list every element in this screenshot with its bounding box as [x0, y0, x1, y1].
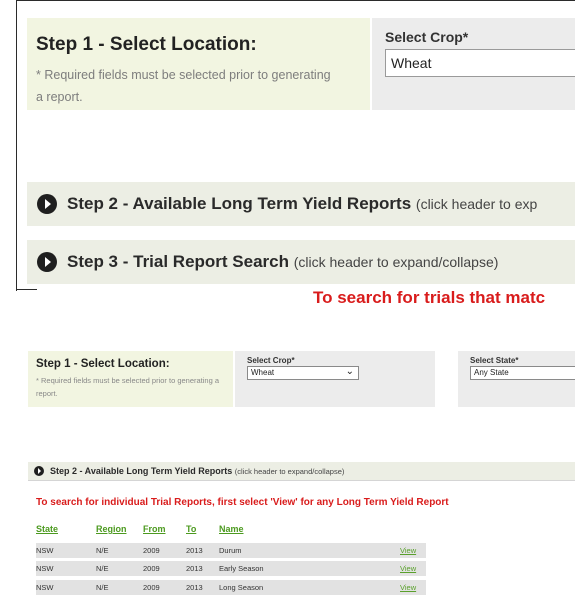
table-row: NSW N/E 2009 2013 Durum View: [36, 543, 426, 558]
step2-title: Step 2 - Available Long Term Yield Repor…: [50, 466, 233, 476]
cell-name: Early Season: [219, 564, 264, 573]
chevron-down-icon: ⌄: [345, 366, 354, 377]
frame-corner-rule: [17, 289, 37, 290]
column-header-region[interactable]: Region: [96, 524, 127, 534]
step1-location-panel: Step 1 - Select Location: * Required fie…: [28, 351, 233, 407]
play-circle-icon: [34, 466, 44, 476]
cell-region: N/E: [96, 564, 109, 573]
view-link[interactable]: View: [400, 564, 416, 573]
step3-hint: (click header to expand/collapse): [293, 254, 499, 270]
trial-reports-instruction: To search for individual Trial Reports, …: [36, 497, 449, 508]
cell-from: 2009: [143, 546, 160, 555]
crop-select[interactable]: Wheat ⌄: [247, 366, 359, 380]
cell-name: Long Season: [219, 583, 264, 592]
table-row: NSW N/E 2009 2013 Early Season View: [36, 561, 426, 576]
view-link[interactable]: View: [400, 546, 416, 555]
table-row: NSW N/E 2009 2013 Long Season View: [36, 580, 426, 595]
cell-from: 2009: [143, 583, 160, 592]
crop-select-value: Wheat: [251, 368, 275, 377]
column-header-name[interactable]: Name: [219, 524, 244, 534]
play-circle-icon: [37, 252, 57, 272]
select-crop-label: Select Crop*: [385, 29, 469, 45]
step2-hint: (click header to exp: [415, 196, 538, 212]
state-select[interactable]: Any State: [470, 366, 575, 380]
crop-select[interactable]: Wheat: [385, 49, 575, 77]
cell-region: N/E: [96, 546, 109, 555]
select-crop-label: Select Crop*: [247, 356, 295, 365]
step2-header[interactable]: Step 2 - Available Long Term Yield Repor…: [27, 182, 575, 226]
step2-title: Step 2 - Available Long Term Yield Repor…: [67, 194, 412, 213]
cell-to: 2013: [186, 583, 203, 592]
crop-panel: Select Crop* Wheat ⌄: [235, 351, 435, 407]
cell-from: 2009: [143, 564, 160, 573]
required-fields-note: * Required fields must be selected prior…: [36, 68, 331, 104]
view-link[interactable]: View: [400, 583, 416, 592]
step1-title: Step 1 - Select Location:: [36, 358, 170, 370]
column-header-from[interactable]: From: [143, 524, 166, 534]
cell-state: NSW: [36, 583, 54, 592]
step2-hint: (click header to expand/collapse): [234, 467, 345, 476]
step1-location-panel: Step 1 - Select Location: * Required fie…: [27, 18, 370, 110]
play-circle-icon: [37, 194, 57, 214]
step2-header[interactable]: Step 2 - Available Long Term Yield Repor…: [28, 462, 575, 481]
cell-to: 2013: [186, 564, 203, 573]
column-header-to[interactable]: To: [186, 524, 196, 534]
state-panel: Select State* Any State: [458, 351, 575, 407]
step3-title: Step 3 - Trial Report Search: [67, 252, 290, 271]
required-fields-note: * Required fields must be selected prior…: [36, 376, 220, 398]
step1-title: Step 1 - Select Location:: [36, 34, 257, 55]
step3-header[interactable]: Step 3 - Trial Report Search (click head…: [27, 240, 575, 284]
cell-state: NSW: [36, 546, 54, 555]
cell-to: 2013: [186, 546, 203, 555]
search-trials-message: To search for trials that matc: [313, 288, 546, 307]
cell-name: Durum: [219, 546, 242, 555]
cell-region: N/E: [96, 583, 109, 592]
cell-state: NSW: [36, 564, 54, 573]
crop-panel: Select Crop* Wheat: [372, 18, 575, 110]
column-header-state[interactable]: State: [36, 524, 58, 534]
select-state-label: Select State*: [470, 356, 519, 365]
